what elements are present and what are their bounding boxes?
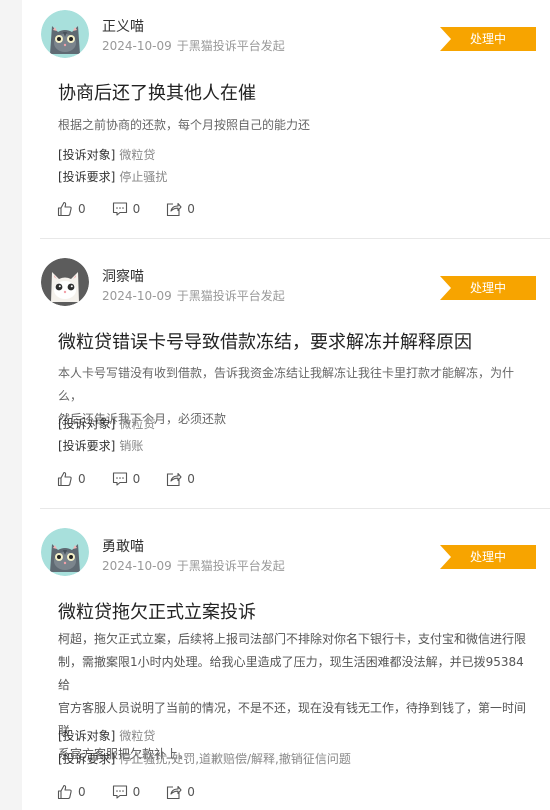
like-count: 0 [78, 472, 86, 486]
post-date: 2024-10-09 [102, 559, 172, 573]
left-rail [0, 0, 22, 810]
complaint-demand: [投诉要求] 停止骚扰 [58, 168, 167, 185]
comment-count: 0 [132, 472, 141, 486]
complaint-card[interactable]: 洞察喵 2024-10-09 于黑猫投诉平台发起 处理中 微粒贷错误卡号导致借款冻… [40, 238, 550, 508]
demand-value: 停止骚扰,处罚,道歉赔偿/解释,撤销征信问题 [119, 752, 351, 766]
comment-button[interactable]: 0 [112, 201, 141, 217]
complaint-card[interactable]: 勇敢喵 2024-10-09 于黑猫投诉平台发起 处理中 微粒贷拖欠正式立案投诉 … [40, 508, 550, 810]
comment-button[interactable]: 0 [112, 784, 141, 800]
username[interactable]: 正义喵 [102, 16, 144, 36]
comment-count: 0 [132, 785, 141, 799]
complaint-demand: [投诉要求] 销账 [58, 437, 143, 454]
status-badge: 处理中 [440, 27, 536, 51]
demand-label: [投诉要求] [58, 439, 116, 453]
post-date: 2024-10-09 [102, 39, 172, 53]
username[interactable]: 洞察喵 [102, 266, 144, 286]
share-icon [167, 785, 182, 800]
post-meta: 2024-10-09 于黑猫投诉平台发起 [102, 37, 285, 54]
target-label: [投诉对象] [58, 729, 116, 743]
thumbs-up-icon [57, 201, 72, 217]
action-bar: 0 0 0 [57, 201, 221, 217]
description-line: 根据之前协商的还款，每个月按照自己的能力还 [58, 118, 311, 132]
complaint-title[interactable]: 微粒贷错误卡号导致借款冻结，要求解冻并解释原因 [58, 328, 472, 354]
status-badge: 处理中 [440, 276, 536, 300]
demand-value: 销账 [119, 439, 144, 453]
share-icon [167, 472, 182, 487]
share-count: 0 [187, 785, 195, 799]
complaint-target: [投诉对象] 微粒贷 [58, 727, 155, 744]
like-button[interactable]: 0 [57, 784, 86, 800]
status-badge: 处理中 [440, 545, 536, 569]
demand-value: 停止骚扰 [119, 170, 168, 184]
complaint-title[interactable]: 微粒贷拖欠正式立案投诉 [58, 598, 256, 624]
post-meta: 2024-10-09 于黑猫投诉平台发起 [102, 557, 285, 574]
complaint-title[interactable]: 协商后还了换其他人在催 [58, 79, 256, 105]
post-meta: 2024-10-09 于黑猫投诉平台发起 [102, 287, 285, 304]
complaint-target: [投诉对象] 微粒贷 [58, 415, 155, 432]
comment-icon [112, 472, 127, 486]
post-date: 2024-10-09 [102, 289, 172, 303]
action-bar: 0 0 0 [57, 784, 221, 800]
complaint-target: [投诉对象] 微粒贷 [58, 146, 155, 163]
like-count: 0 [78, 785, 86, 799]
post-source: 于黑猫投诉平台发起 [176, 39, 285, 53]
comment-count: 0 [132, 202, 141, 216]
like-count: 0 [78, 202, 86, 216]
target-label: [投诉对象] [58, 417, 116, 431]
gray-cat-avatar-icon [41, 528, 89, 576]
target-value[interactable]: 微粒贷 [119, 417, 155, 431]
avatar[interactable] [41, 258, 89, 306]
complaint-demand: [投诉要求] 停止骚扰,处罚,道歉赔偿/解释,撤销征信问题 [58, 750, 351, 767]
thumbs-up-icon [57, 471, 72, 487]
avatar[interactable] [41, 528, 89, 576]
description-line: 本人卡号写错没有收到借款，告诉我资金冻结让我解冻让我往卡里打款才能解冻，为什么， [58, 366, 515, 403]
description-line: 柯超，拖欠正式立案，后续将上报司法部门不排除对你名下银行卡，支付宝和微信进行限 [58, 632, 527, 646]
target-value[interactable]: 微粒贷 [119, 729, 155, 743]
thumbs-up-icon [57, 784, 72, 800]
comment-button[interactable]: 0 [112, 471, 141, 487]
share-button[interactable]: 0 [166, 784, 195, 800]
target-value[interactable]: 微粒贷 [119, 148, 155, 162]
share-count: 0 [187, 472, 195, 486]
post-source: 于黑猫投诉平台发起 [176, 559, 285, 573]
like-button[interactable]: 0 [57, 471, 86, 487]
comment-icon [112, 202, 127, 216]
complaint-description: 根据之前协商的还款，每个月按照自己的能力还 [58, 114, 528, 137]
complaint-card[interactable]: 正义喵 2024-10-09 于黑猫投诉平台发起 处理中 协商后还了换其他人在催 … [40, 0, 550, 238]
complaint-description: 柯超，拖欠正式立案，后续将上报司法部门不排除对你名下银行卡，支付宝和微信进行限 … [58, 628, 528, 766]
description-line: 制，需撤案限1小时内处理。给我心里造成了压力，现生活困难都没法解，并已拨9538… [58, 655, 524, 692]
white-cat-avatar-icon [41, 258, 89, 306]
avatar[interactable] [41, 10, 89, 58]
target-label: [投诉对象] [58, 148, 116, 162]
demand-label: [投诉要求] [58, 752, 116, 766]
share-count: 0 [187, 202, 195, 216]
like-button[interactable]: 0 [57, 201, 86, 217]
comment-icon [112, 785, 127, 799]
share-icon [167, 202, 182, 217]
post-source: 于黑猫投诉平台发起 [176, 289, 285, 303]
demand-label: [投诉要求] [58, 170, 116, 184]
gray-cat-avatar-icon [41, 10, 89, 58]
share-button[interactable]: 0 [166, 201, 195, 217]
username[interactable]: 勇敢喵 [102, 536, 144, 556]
share-button[interactable]: 0 [166, 471, 195, 487]
action-bar: 0 0 0 [57, 471, 221, 487]
